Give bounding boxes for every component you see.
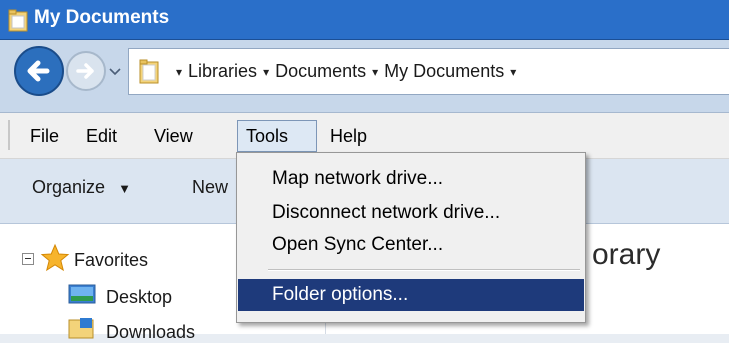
breadcrumb-libraries[interactable]: Libraries <box>188 61 257 82</box>
breadcrumb-my-documents[interactable]: My Documents <box>384 61 504 82</box>
dropdown-arrow-icon[interactable]: ▾ <box>372 65 378 79</box>
star-icon <box>40 243 70 272</box>
folder-icon <box>8 9 28 32</box>
organize-label: Organize <box>32 177 106 197</box>
menu-file[interactable]: File <box>22 120 67 152</box>
nav-desktop[interactable]: Desktop <box>106 287 172 308</box>
forward-arrow-icon <box>76 63 94 79</box>
menu-item-disconnect-network-drive[interactable]: Disconnect network drive... <box>238 197 584 229</box>
new-folder-button[interactable]: New <box>192 177 228 198</box>
collapse-toggle[interactable] <box>22 253 34 265</box>
nav-downloads[interactable]: Downloads <box>106 322 195 343</box>
dropdown-arrow-icon[interactable]: ▾ <box>510 65 516 79</box>
menu-item-folder-options[interactable]: Folder options... <box>238 279 584 311</box>
menu-view[interactable]: View <box>146 120 201 152</box>
dropdown-arrow-icon[interactable]: ▾ <box>176 65 182 79</box>
history-chevron-icon[interactable] <box>106 62 124 80</box>
folder-icon <box>139 59 159 84</box>
library-title: orary <box>592 238 661 271</box>
dropdown-arrow-icon[interactable]: ▾ <box>263 65 269 79</box>
menu-edit[interactable]: Edit <box>78 120 125 152</box>
back-arrow-icon <box>27 60 50 82</box>
nav-favorites[interactable]: Favorites <box>74 250 148 271</box>
organize-button[interactable]: Organize ▼ <box>32 177 131 198</box>
back-button[interactable] <box>14 46 64 96</box>
dropdown-arrow-icon: ▼ <box>118 181 131 196</box>
menu-item-map-network-drive[interactable]: Map network drive... <box>238 163 584 195</box>
forward-button[interactable] <box>66 51 106 91</box>
menu-help[interactable]: Help <box>322 120 375 152</box>
menu-separator <box>268 269 580 271</box>
menu-tools[interactable]: Tools <box>237 120 317 152</box>
menu-item-open-sync-center[interactable]: Open Sync Center... <box>238 229 584 261</box>
desktop-icon <box>68 284 96 304</box>
menu-grip <box>8 120 10 150</box>
downloads-icon <box>68 318 94 339</box>
breadcrumb: ▾ Libraries ▾ Documents ▾ My Documents ▾ <box>170 61 522 82</box>
breadcrumb-documents[interactable]: Documents <box>275 61 366 82</box>
window-title: My Documents <box>34 7 170 28</box>
